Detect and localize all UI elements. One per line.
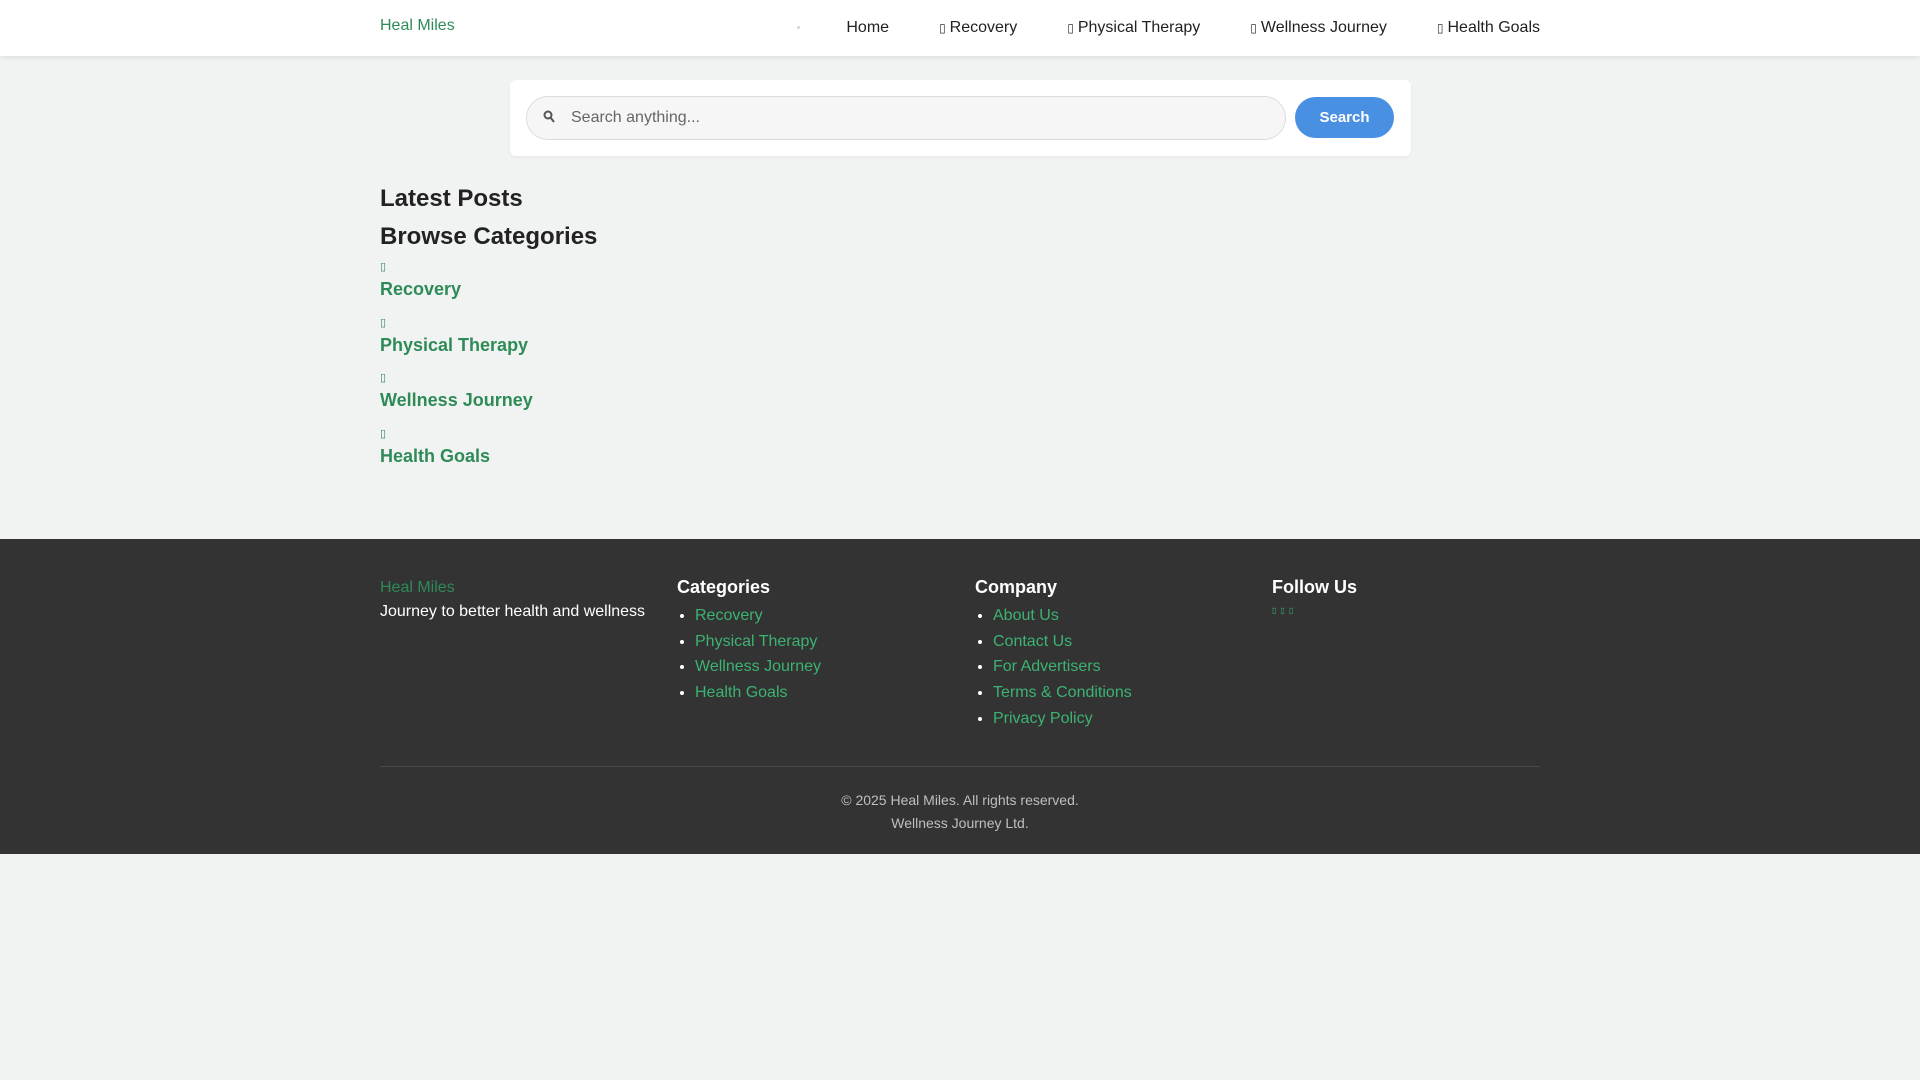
- health-goals-icon: ▯: [1436, 21, 1444, 35]
- footer-link-health-goals[interactable]: Health Goals: [695, 684, 788, 701]
- list-item: Recovery: [695, 603, 821, 629]
- recovery-icon: ▯: [380, 261, 387, 273]
- footer-follow-column: Follow Us ▯ ▯ ▯: [1272, 577, 1357, 615]
- wellness-journey-icon: ▯: [380, 372, 387, 384]
- category-wellness-journey[interactable]: ▯ Wellness Journey: [380, 369, 533, 425]
- physical-therapy-icon: ▯: [380, 316, 387, 329]
- nav-home-label: Home: [846, 19, 890, 36]
- list-item: Privacy Policy: [993, 706, 1132, 732]
- category-health-goals-label: Health Goals: [380, 445, 491, 466]
- search-field: [526, 96, 1286, 140]
- nav-physical-therapy[interactable]: ▯ Physical Therapy: [1067, 19, 1200, 37]
- list-item: Contact Us: [993, 629, 1132, 655]
- brand-logo-link[interactable]: Heal Miles: [380, 17, 455, 35]
- footer-tagline: Journey to better health and wellness: [380, 603, 646, 620]
- list-item: About Us: [993, 603, 1132, 629]
- footer-company-list: About Us Contact Us For Advertisers Term…: [975, 603, 1132, 732]
- wellness-journey-icon: ▯: [1250, 21, 1257, 35]
- footer-brand-link[interactable]: Heal Miles: [380, 579, 645, 597]
- footer-link-about-us[interactable]: About Us: [993, 607, 1059, 624]
- footer-follow-heading: Follow Us: [1272, 577, 1357, 597]
- social-links: ▯ ▯ ▯: [1272, 606, 1357, 615]
- footer-about-column: Heal Miles Journey to better health and …: [380, 579, 645, 621]
- footer-link-contact-us[interactable]: Contact Us: [993, 633, 1072, 650]
- category-recovery-label: Recovery: [380, 279, 462, 299]
- twitter-icon[interactable]: ▯: [1280, 606, 1284, 615]
- list-item: Terms & Conditions: [993, 680, 1132, 706]
- search-button[interactable]: Search: [1295, 97, 1394, 138]
- footer-link-advertisers[interactable]: For Advertisers: [993, 658, 1101, 675]
- nav-separator-dot: [797, 26, 800, 29]
- category-recovery[interactable]: ▯ Recovery: [380, 258, 533, 314]
- list-item: Wellness Journey: [695, 654, 821, 680]
- list-item: Health Goals: [695, 680, 821, 706]
- category-physical-therapy-label: Physical Therapy: [380, 334, 529, 355]
- footer-categories-heading: Categories: [677, 577, 771, 597]
- latest-posts-heading: Latest Posts: [380, 185, 523, 212]
- footer-link-wellness-journey[interactable]: Wellness Journey: [695, 658, 821, 675]
- recovery-icon: ▯: [939, 21, 946, 35]
- footer-copyright: © 2025 Heal Miles. All rights reserved. …: [0, 789, 1920, 835]
- main-nav: Home ▯ Recovery ▯ Physical Therapy ▯ Wel…: [846, 0, 1540, 56]
- footer-divider: [380, 766, 1540, 767]
- nav-wellness-journey-label: Wellness Journey: [1260, 19, 1387, 36]
- footer-categories-column: Categories Recovery Physical Therapy Wel…: [677, 577, 821, 706]
- footer-categories-list: Recovery Physical Therapy Wellness Journ…: [677, 603, 821, 706]
- physical-therapy-icon: ▯: [1067, 21, 1074, 35]
- site-header: Heal Miles Home ▯ Recovery ▯ Physical Th…: [0, 0, 1920, 56]
- copyright-text: © 2025 Heal Miles. All rights reserved.: [841, 792, 1079, 808]
- footer-link-privacy[interactable]: Privacy Policy: [993, 710, 1093, 727]
- category-health-goals[interactable]: ▯ Health Goals: [380, 425, 533, 481]
- footer-company-column: Company About Us Contact Us For Advertis…: [975, 577, 1132, 732]
- site-footer: Heal Miles Journey to better health and …: [0, 539, 1920, 854]
- nav-home[interactable]: Home: [846, 19, 889, 37]
- nav-physical-therapy-label: Physical Therapy: [1077, 19, 1201, 36]
- footer-link-recovery[interactable]: Recovery: [695, 607, 763, 624]
- category-physical-therapy[interactable]: ▯ Physical Therapy: [380, 314, 533, 370]
- nav-recovery[interactable]: ▯ Recovery: [939, 19, 1017, 37]
- footer-link-terms[interactable]: Terms & Conditions: [993, 684, 1132, 701]
- nav-recovery-label: Recovery: [949, 19, 1018, 36]
- footer-company-heading: Company: [975, 577, 1058, 597]
- search-card: Search: [510, 80, 1411, 156]
- nav-health-goals[interactable]: ▯ Health Goals: [1437, 19, 1540, 37]
- nav-health-goals-label: Health Goals: [1447, 19, 1541, 36]
- facebook-icon[interactable]: ▯: [1272, 606, 1276, 615]
- company-name: Wellness Journey Ltd.: [891, 815, 1029, 831]
- browse-categories-heading: Browse Categories: [380, 223, 598, 250]
- category-wellness-journey-label: Wellness Journey: [380, 390, 533, 410]
- list-item: Physical Therapy: [695, 629, 821, 655]
- footer-link-physical-therapy[interactable]: Physical Therapy: [695, 633, 817, 650]
- search-input[interactable]: [571, 97, 1271, 139]
- instagram-icon[interactable]: ▯: [1289, 606, 1293, 615]
- health-goals-icon: ▯: [380, 427, 387, 440]
- list-item: For Advertisers: [993, 654, 1132, 680]
- category-list: ▯ Recovery ▯ Physical Therapy ▯ Wellness…: [380, 258, 533, 480]
- search-icon: [543, 110, 555, 124]
- nav-wellness-journey[interactable]: ▯ Wellness Journey: [1250, 19, 1387, 37]
